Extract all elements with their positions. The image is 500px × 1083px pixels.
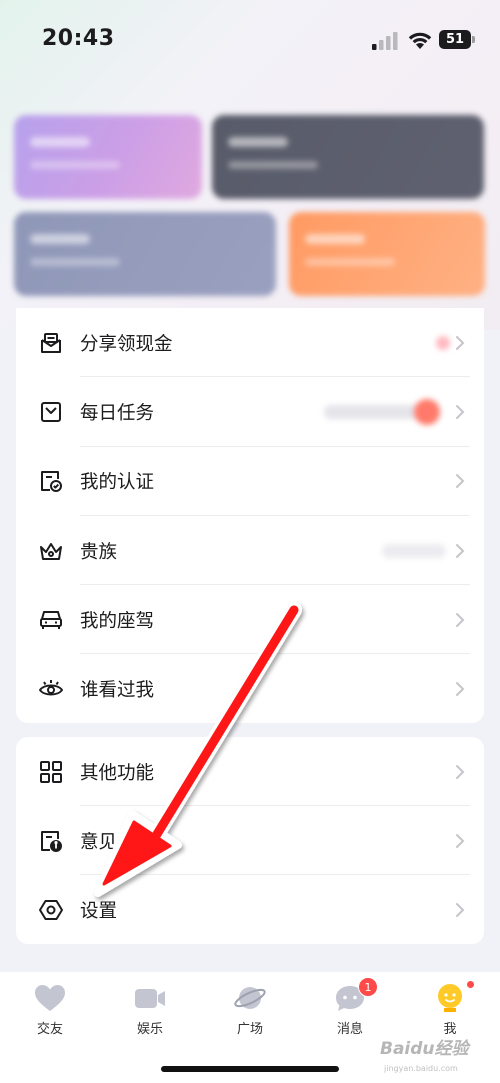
tab-square[interactable]: 广场 [210, 978, 290, 1038]
tab-label-entertainment: 娱乐 [136, 1022, 163, 1037]
battery-cap [472, 36, 475, 43]
status-time: 20:43 [42, 26, 115, 51]
menu-item-other-features[interactable]: 其他功能 [16, 737, 484, 806]
task-calendar-icon [38, 399, 64, 425]
chevron-right-icon [454, 763, 466, 781]
menu-label-other-features: 其他功能 [80, 762, 155, 784]
menu-group-secondary: 其他功能 意见反馈 设置 [16, 737, 484, 944]
menu-item-who-viewed-me[interactable]: 谁看过我 [16, 654, 484, 723]
home-indicator[interactable] [161, 1066, 339, 1072]
eye-icon [38, 676, 64, 702]
feedback-icon [38, 828, 64, 854]
wifi-icon [408, 32, 432, 49]
menu-item-daily-tasks[interactable]: 每日任务 [16, 377, 484, 447]
chevron-right-icon [454, 334, 466, 352]
envelope-icon [38, 330, 64, 356]
notification-dot [466, 980, 475, 989]
profile-face-icon [433, 982, 467, 1014]
watermark-subtext: jingyan.baidu.com [384, 1064, 458, 1073]
tab-label-friends: 交友 [36, 1022, 63, 1037]
grid-icon [38, 759, 64, 785]
video-camera-icon [133, 982, 167, 1014]
heart-icon [33, 982, 67, 1014]
chevron-right-icon [454, 901, 466, 919]
menu-item-settings[interactable]: 设置 [16, 875, 484, 944]
certification-icon [38, 468, 64, 494]
feature-card-3[interactable] [14, 212, 276, 296]
menu-label-settings: 设置 [80, 900, 118, 922]
menu-label-feedback: 意见反馈 [80, 831, 155, 853]
tab-friends[interactable]: 交友 [10, 978, 90, 1038]
menu-label-my-car: 我的座驾 [80, 610, 155, 632]
menu-item-certification[interactable]: 我的认证 [16, 447, 484, 516]
menu-item-my-car[interactable]: 我的座驾 [16, 585, 484, 655]
battery-level: 51 [439, 30, 471, 49]
battery-indicator: 51 [439, 30, 476, 49]
feature-card-2[interactable] [212, 115, 484, 199]
tab-me[interactable]: 我 [410, 978, 490, 1038]
message-badge: 1 [358, 977, 378, 997]
menu-group-primary: 分享领现金 每日任务 我的认证 贵族 我的座驾 谁看过我 [16, 308, 484, 723]
chevron-right-icon [454, 403, 466, 421]
tab-label-messages: 消息 [336, 1022, 363, 1037]
task-reward-dot [414, 398, 440, 425]
nobility-status [382, 543, 446, 558]
chevron-right-icon [454, 611, 466, 629]
chevron-right-icon [454, 680, 466, 698]
menu-label-who-viewed-me: 谁看过我 [80, 680, 155, 702]
tab-label-square: 广场 [236, 1022, 263, 1037]
crown-icon [38, 538, 64, 564]
menu-label-nobility: 贵族 [80, 541, 118, 563]
feature-card-1[interactable] [14, 115, 202, 199]
menu-label-certification: 我的认证 [80, 472, 155, 494]
tab-messages[interactable]: 1 消息 [310, 977, 390, 1038]
menu-item-share-cash[interactable]: 分享领现金 [16, 308, 484, 378]
status-bar: 20:43 51 [0, 0, 500, 80]
menu-item-nobility[interactable]: 贵族 [16, 516, 484, 586]
reward-dot [436, 335, 450, 350]
watermark-text: Baidu经验 [380, 1039, 469, 1059]
task-progress [324, 404, 420, 419]
car-icon [38, 607, 64, 633]
settings-hexagon-icon [38, 897, 64, 923]
menu-item-feedback[interactable]: 意见反馈 [16, 806, 484, 875]
chevron-right-icon [454, 832, 466, 850]
watermark: Baidu经验 jingyan.baidu.com [380, 1034, 498, 1080]
cellular-signal-icon [372, 32, 398, 50]
planet-icon [233, 982, 267, 1014]
tab-entertainment[interactable]: 娱乐 [110, 978, 190, 1038]
chevron-right-icon [454, 472, 466, 490]
feature-card-4[interactable] [289, 212, 485, 296]
menu-label-share-cash: 分享领现金 [80, 333, 173, 355]
chevron-right-icon [454, 542, 466, 560]
menu-label-daily-tasks: 每日任务 [80, 402, 155, 424]
